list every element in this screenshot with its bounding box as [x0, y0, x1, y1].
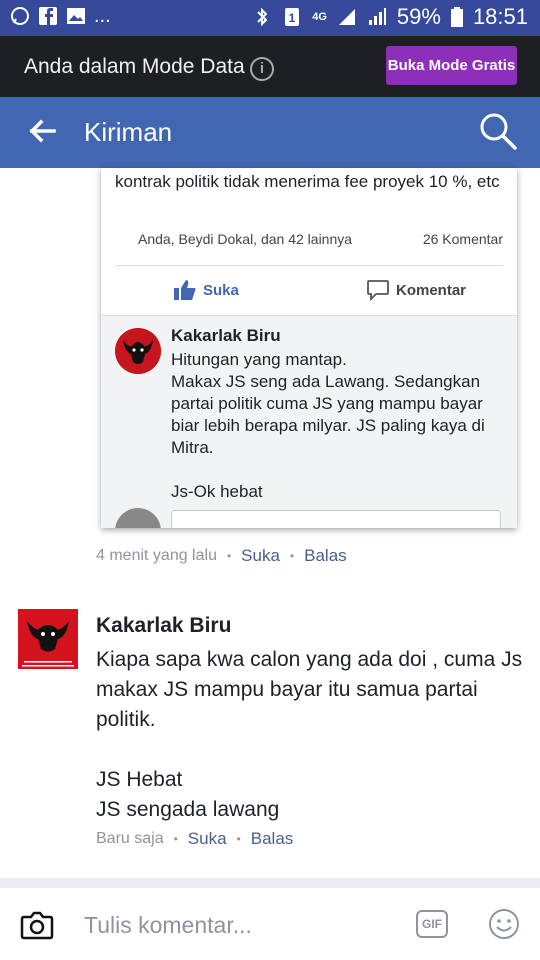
info-icon[interactable]: i: [250, 57, 274, 81]
network-type: 4G: [312, 11, 327, 23]
bull-logo-icon: [18, 609, 78, 669]
first-comment-reply-link[interactable]: Balas: [304, 546, 347, 566]
whatsapp-icon: [11, 7, 29, 25]
shared-post-text: kontrak politik tidak menerima fee proye…: [115, 172, 500, 191]
composer-separator: [0, 878, 540, 888]
status-icons-right: 1 4G 59% 18:51: [252, 4, 528, 30]
meta-separator: •: [226, 549, 232, 563]
first-comment-meta: 4 menit yang lalu • Suka • Balas: [96, 546, 347, 566]
status-icons-left: ...: [10, 6, 111, 26]
svg-text:1: 1: [289, 11, 296, 25]
bluetooth-icon: [257, 7, 268, 27]
shared-comment-button: Komentar: [366, 279, 466, 301]
meta-separator: •: [236, 832, 241, 846]
commenter-avatar[interactable]: [18, 609, 78, 669]
shared-reactors: Anda, Beydi Dokal, dan 42 lainnya: [138, 231, 353, 247]
bull-logo-icon: [115, 328, 161, 374]
first-comment-like-link[interactable]: Suka: [241, 546, 280, 566]
shared-comment-author: Kakarlak Biru: [171, 326, 281, 345]
comment-bubble-icon: [367, 280, 389, 301]
shared-like-label: Suka: [203, 281, 239, 299]
comment-composer: Tulis komentar... GIF: [0, 888, 540, 960]
comment-author[interactable]: Kakarlak Biru: [96, 614, 231, 638]
back-arrow-icon[interactable]: [26, 115, 58, 147]
shared-reply-avatar: [115, 508, 161, 528]
free-mode-button[interactable]: Buka Mode Gratis: [386, 46, 517, 85]
shared-comment-label: Komentar: [396, 281, 467, 299]
shared-comment-count: 26 Komentar: [422, 231, 503, 247]
facebook-icon: [39, 7, 57, 25]
comment-text: Kiapa sapa kwa calon yang ada doi , cuma…: [96, 648, 523, 821]
emoji-icon[interactable]: [488, 908, 520, 940]
shared-divider: [115, 265, 503, 266]
app-header: Kiriman: [0, 97, 540, 168]
gif-button[interactable]: GIF: [416, 910, 448, 938]
comment-image[interactable]: kontrak politik tidak menerima fee proye…: [101, 168, 517, 528]
gallery-icon: [67, 8, 85, 24]
data-mode-message: Anda dalam Mode Data: [24, 55, 245, 78]
bull-logo-avatar: [115, 328, 161, 374]
shared-like-button: Suka: [173, 279, 239, 301]
meta-separator: •: [173, 832, 178, 846]
shared-reply-input: [171, 510, 501, 528]
sim-icon: 1: [285, 8, 300, 26]
second-comment-meta: Baru saja • Suka • Balas: [96, 829, 293, 849]
second-comment-like-link[interactable]: Suka: [188, 829, 227, 849]
shared-comments-area: Kakarlak Biru Hitungan yang mantap. Maka…: [101, 315, 517, 528]
page-title: Kiriman: [84, 117, 173, 147]
meta-separator: •: [289, 549, 295, 563]
clock: 18:51: [472, 4, 528, 29]
search-icon[interactable]: [478, 111, 518, 151]
shared-comment-text: Hitungan yang mantap. Makax JS seng ada …: [171, 350, 485, 501]
data-mode-bar: Anda dalam Mode Data i Buka Mode Gratis: [0, 36, 540, 97]
second-comment-reply-link[interactable]: Balas: [251, 829, 294, 849]
thumbs-up-icon: [174, 280, 196, 300]
second-comment-time: Baru saja: [96, 830, 164, 847]
status-bar: ... 1 4G 59% 18:51: [0, 0, 540, 36]
battery-icon: [450, 7, 463, 27]
signal-icon: [338, 9, 355, 25]
first-comment-time: 4 menit yang lalu: [96, 547, 217, 564]
camera-icon[interactable]: [20, 908, 54, 942]
battery-percent: 59%: [396, 4, 441, 29]
more-notifications: ...: [94, 5, 111, 27]
comment-input[interactable]: Tulis komentar...: [84, 912, 252, 939]
signal-2-icon: [368, 8, 386, 25]
